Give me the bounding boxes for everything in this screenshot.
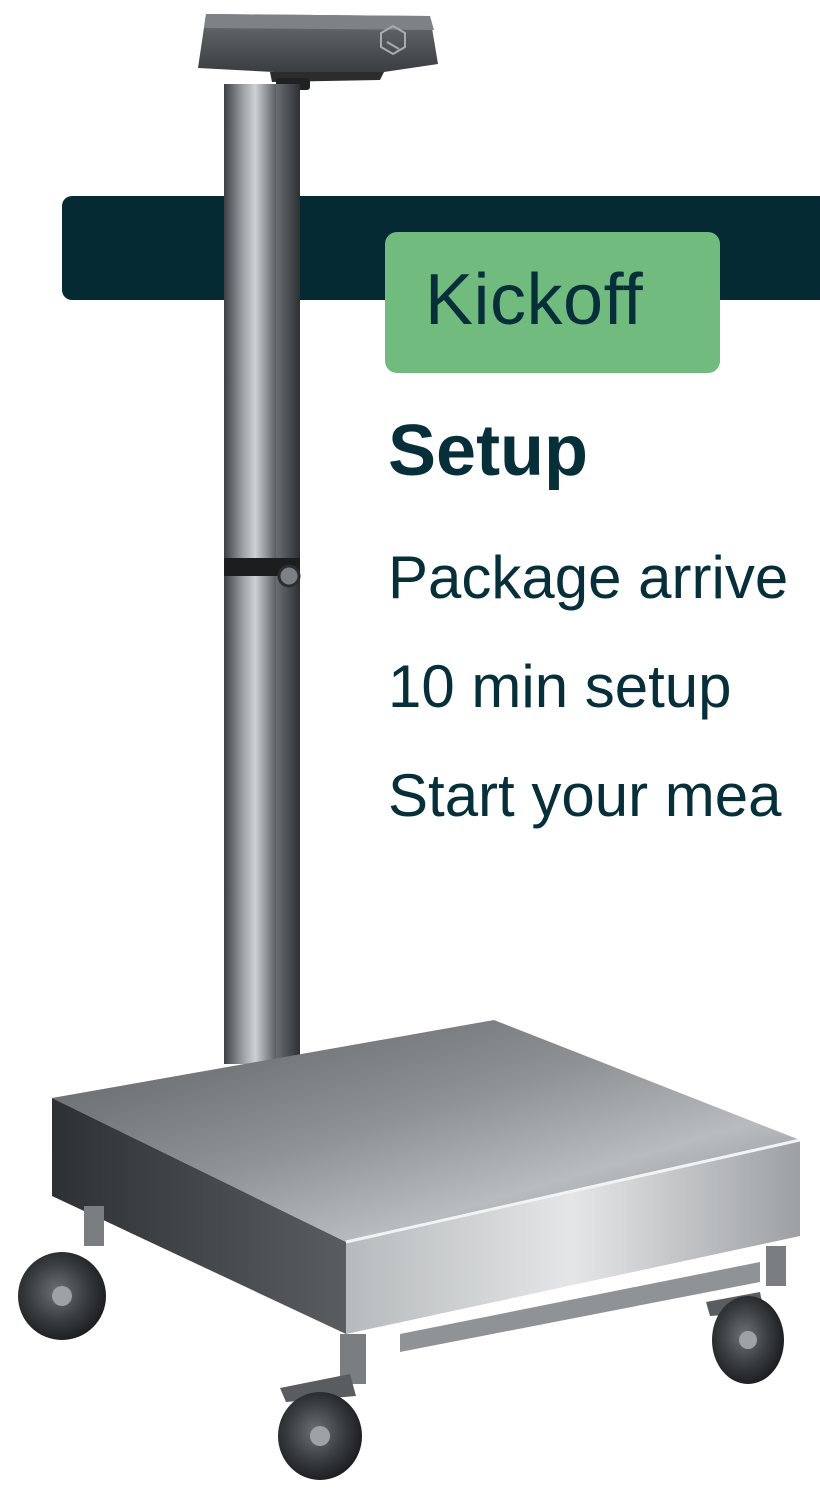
- scale-pole: [224, 84, 301, 1064]
- kickoff-label: Kickoff: [425, 259, 644, 340]
- step-package-arrive: Package arrive: [388, 544, 789, 611]
- caster-wheel-front: [278, 1334, 366, 1480]
- setup-steps-list: Package arrive 10 min setup Start your m…: [388, 548, 820, 875]
- step-start-measuring: Start your mea: [388, 762, 782, 829]
- setup-title: Setup: [388, 411, 589, 491]
- scale-platform: [52, 1020, 801, 1352]
- caster-wheel-back-left: [18, 1206, 106, 1340]
- kickoff-badge: Kickoff: [385, 232, 720, 373]
- scale-display-head: [198, 14, 438, 90]
- step-setup-time: 10 min setup: [388, 653, 732, 720]
